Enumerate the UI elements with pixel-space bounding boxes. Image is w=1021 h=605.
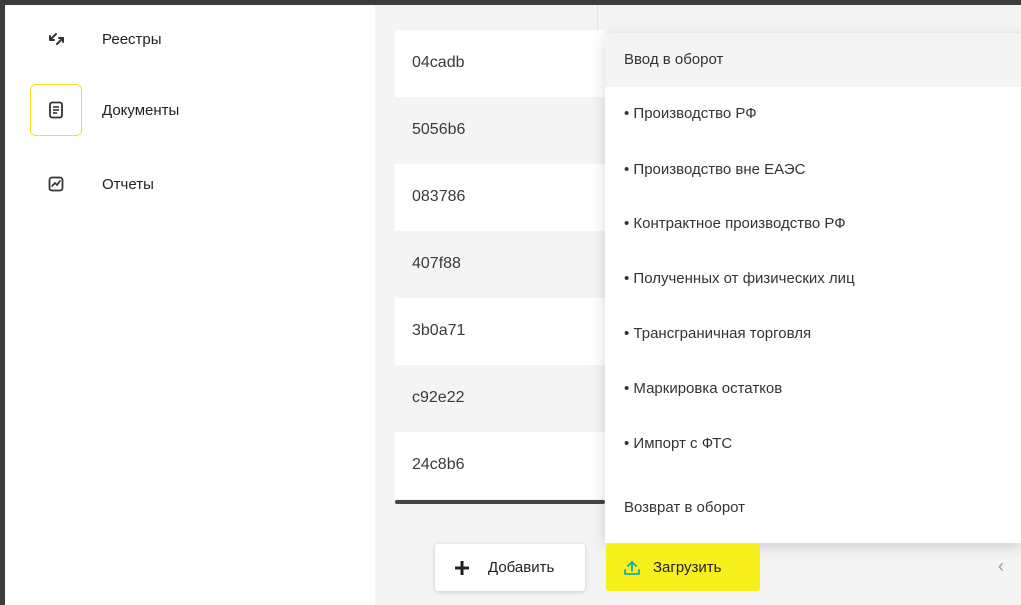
table-cell-id: c92e22 — [412, 389, 465, 406]
table-row[interactable]: 5056b6 — [395, 97, 605, 164]
upload-button[interactable]: Загрузить — [606, 544, 760, 591]
table-cell-id: 083786 — [412, 188, 466, 205]
add-button[interactable]: Добавить — [435, 544, 585, 591]
table-cell-id: 3b0a71 — [412, 322, 466, 339]
table-row[interactable]: 083786 — [395, 164, 605, 231]
arrows-exchange-icon — [30, 13, 82, 65]
menu-item-label: • Полученных от физических лиц — [624, 270, 855, 287]
table-row[interactable]: 04cadb — [395, 30, 605, 97]
sidebar-item-reports[interactable]: Отчеты — [5, 158, 375, 210]
table-cell-id: 407f88 — [412, 255, 461, 272]
menu-item-import-fts[interactable]: • Импорт с ФТС — [605, 420, 1021, 474]
sidebar-item-registries[interactable]: Реестры — [5, 13, 375, 65]
column-divider — [597, 5, 598, 30]
menu-item-label: • Производство РФ — [624, 105, 757, 122]
plus-icon — [453, 559, 471, 577]
menu-item-label: • Маркировка остатков — [624, 380, 783, 397]
table-cell-id: 5056b6 — [412, 121, 466, 138]
sidebar-item-label: Документы — [102, 102, 180, 119]
menu-item-production-outside-eaeu[interactable]: • Производство вне ЕАЭС — [605, 145, 1021, 199]
sidebar: Реестры Документы Отчеты — [5, 5, 375, 605]
menu-item-label: • Производство вне ЕАЭС — [624, 161, 806, 178]
upload-button-label: Загрузить — [653, 559, 722, 576]
sidebar-item-label: Реестры — [102, 31, 162, 48]
menu-item-cross-border-trade[interactable]: • Трансграничная торговля — [605, 310, 1021, 364]
table-cell-id: 24c8b6 — [412, 456, 465, 473]
menu-item-production-rf[interactable]: • Производство РФ — [605, 91, 1021, 145]
upload-icon — [623, 559, 641, 577]
menu-item-from-individuals[interactable]: • Полученных от физических лиц — [605, 255, 1021, 309]
menu-item-return-to-circulation[interactable]: Возврат в оборот — [605, 482, 1021, 536]
menu-item-label: Ввод в оборот — [624, 51, 724, 68]
upload-type-menu: Ввод в оборот • Производство РФ • Произв… — [605, 33, 1021, 543]
menu-item-label: • Трансграничная торговля — [624, 325, 812, 342]
chevron-left-icon[interactable]: ‹ — [998, 556, 1004, 577]
horizontal-scrollbar[interactable] — [395, 500, 605, 504]
menu-item-label: • Контрактное производство РФ — [624, 215, 846, 232]
table-row[interactable]: 3b0a71 — [395, 298, 605, 365]
menu-item-contract-production-rf[interactable]: • Контрактное производство РФ — [605, 200, 1021, 254]
sidebar-item-documents[interactable]: Документы — [5, 84, 375, 136]
table-row[interactable]: 24c8b6 — [395, 432, 605, 499]
menu-item-label: • Импорт с ФТС — [624, 435, 733, 452]
report-chart-icon — [30, 158, 82, 210]
table-cell-id: 04cadb — [412, 54, 465, 71]
menu-item-label: Возврат в оборот — [624, 499, 746, 516]
menu-item-remains-marking[interactable]: • Маркировка остатков — [605, 365, 1021, 419]
menu-item-introduction[interactable]: Ввод в оборот — [605, 33, 1021, 87]
document-icon — [30, 84, 82, 136]
table-row[interactable]: 407f88 — [395, 231, 605, 298]
table-row[interactable]: c92e22 — [395, 365, 605, 432]
table: 04cadb 5056b6 083786 407f88 3b0a71 c92e2… — [395, 30, 605, 500]
add-button-label: Добавить — [488, 559, 555, 576]
sidebar-item-label: Отчеты — [102, 176, 154, 193]
